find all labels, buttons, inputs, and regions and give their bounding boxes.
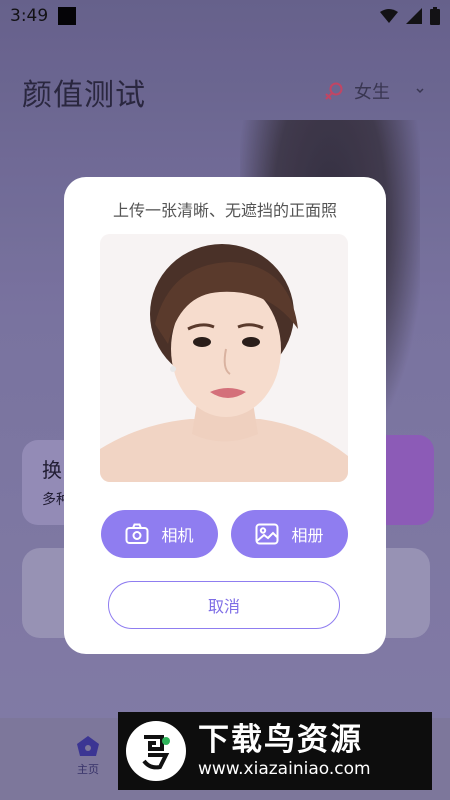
watermark-logo [126, 721, 186, 781]
watermark-name: 下载鸟资源 [198, 722, 363, 758]
dialog-title: 上传一张清晰、无遮挡的正面照 [112, 201, 337, 220]
album-button-label: 相册 [291, 526, 324, 545]
camera-button[interactable]: 相机 [101, 510, 218, 558]
watermark-url: www.xiazainiao.com [198, 759, 371, 779]
image-icon [255, 523, 279, 545]
cancel-button[interactable]: 取消 [108, 581, 340, 629]
camera-icon [125, 523, 149, 544]
album-button[interactable]: 相册 [231, 510, 348, 558]
upload-photo-dialog: 上传一张清晰、无遮挡的正面照 相机 相册 取消 [64, 177, 386, 654]
watermark-banner: 下载鸟资源 www.xiazainiao.com [118, 712, 432, 790]
camera-button-label: 相机 [161, 526, 194, 545]
sample-face-photo [100, 234, 348, 482]
